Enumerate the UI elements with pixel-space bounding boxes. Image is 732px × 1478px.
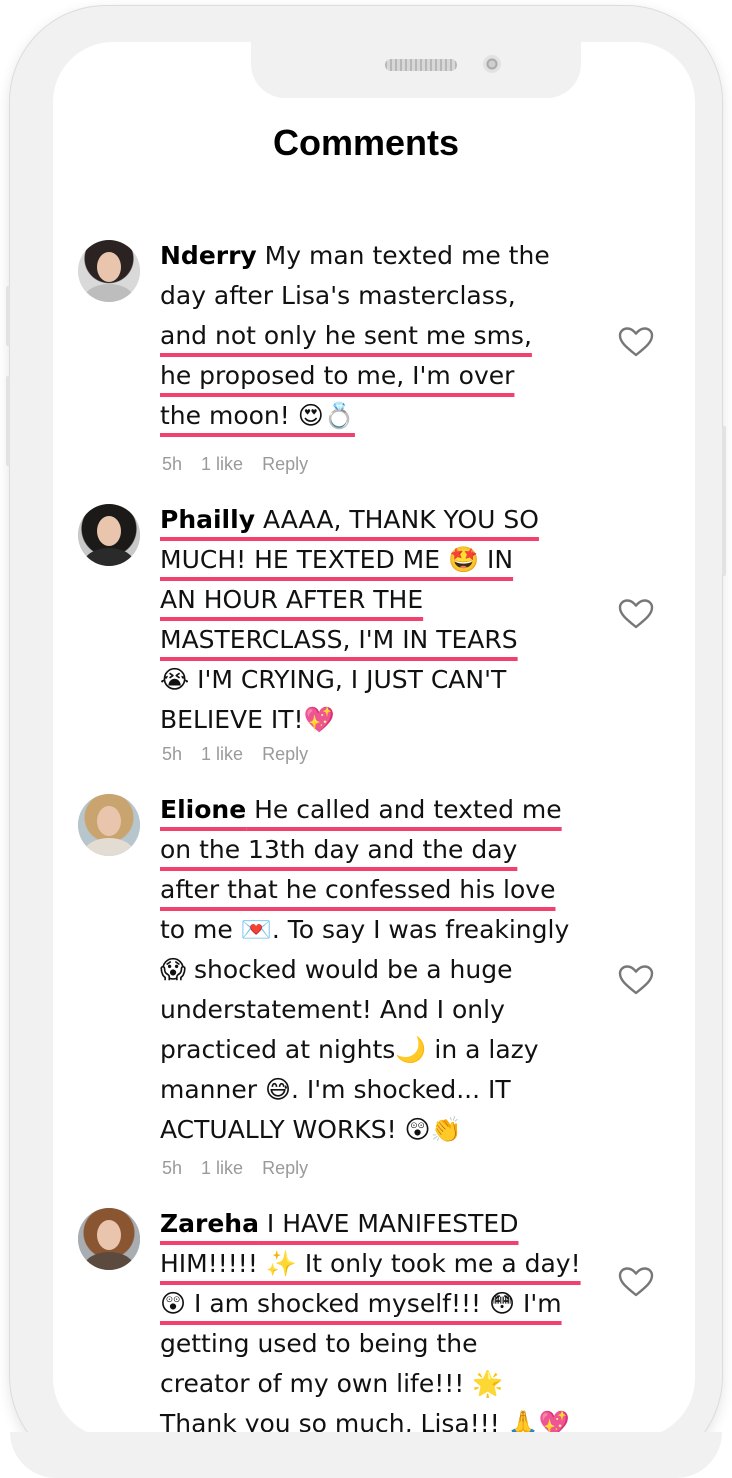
heart-icon[interactable] (618, 326, 654, 358)
front-camera-icon (483, 55, 501, 73)
comment-text: Zareha I HAVE MANIFESTED HIM!!!!! ✨ It o… (160, 1209, 581, 1438)
reply-link[interactable]: Reply (262, 1158, 308, 1178)
comment-meta: 5h 1 like Reply (162, 744, 322, 765)
avatar[interactable] (78, 794, 140, 856)
comment-meta: 5h 1 like Reply (162, 1158, 322, 1179)
comment-likes[interactable]: 1 like (201, 744, 243, 764)
notch (251, 42, 581, 98)
heart-icon[interactable] (618, 1266, 654, 1298)
avatar[interactable] (78, 504, 140, 566)
volume-down-button (6, 376, 10, 466)
comment-text: Phailly AAAA, THANK YOU SO MUCH! HE TEXT… (160, 505, 539, 734)
speaker-grille (385, 59, 457, 71)
comment-username[interactable]: Zareha (160, 1209, 259, 1238)
volume-up-button (6, 286, 10, 346)
page-title: Comments (272, 122, 460, 163)
heart-icon[interactable] (618, 598, 654, 630)
comment-time: 5h (162, 1158, 183, 1178)
phone-bezel-bottom (10, 1432, 722, 1478)
comment-text: Elione He called and texted me on the 13… (160, 795, 570, 1144)
comment-likes[interactable]: 1 like (201, 454, 243, 474)
power-button (722, 426, 726, 576)
comment-username[interactable]: Elione (160, 795, 246, 824)
comment-time: 5h (162, 744, 183, 764)
avatar[interactable] (78, 240, 140, 302)
comment-username[interactable]: Phailly (160, 505, 255, 534)
reply-link[interactable]: Reply (262, 454, 308, 474)
comment-text: Nderry My man texted me the day after Li… (160, 241, 550, 430)
comment-meta: 5h 1 like Reply (162, 454, 322, 475)
avatar[interactable] (78, 1208, 140, 1270)
reply-link[interactable]: Reply (262, 744, 308, 764)
comment-likes[interactable]: 1 like (201, 1158, 243, 1178)
comment-username[interactable]: Nderry (160, 241, 257, 270)
comment-time: 5h (162, 454, 183, 474)
heart-icon[interactable] (618, 964, 654, 996)
